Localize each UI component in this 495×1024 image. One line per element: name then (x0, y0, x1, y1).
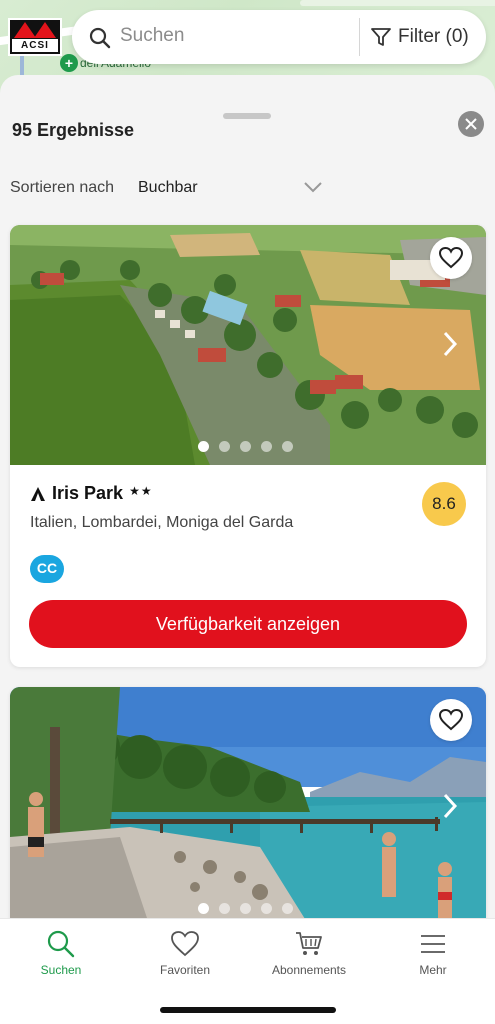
search-icon (47, 930, 75, 958)
map-road (300, 0, 495, 6)
campsite-photo[interactable] (10, 687, 486, 927)
favorite-button[interactable] (430, 237, 472, 279)
logo-tent-icon (14, 22, 36, 38)
logo-tent-icon (34, 22, 56, 38)
pagination-dot (240, 441, 251, 452)
sort-label: Sortieren nach (10, 179, 115, 196)
campsite-name[interactable]: Iris Park (52, 483, 123, 504)
nav-item-more[interactable]: Mehr (378, 929, 488, 977)
campsite-card[interactable] (10, 687, 486, 927)
pagination-dot (198, 441, 209, 452)
nav-label-search: Suchen (40, 963, 82, 977)
show-availability-button[interactable]: Verfügbarkeit anzeigen (29, 600, 467, 648)
heart-icon (171, 931, 199, 957)
search-input[interactable]: Suchen (120, 25, 184, 47)
heart-icon (439, 247, 463, 269)
pagination-dot (261, 903, 272, 914)
cart-icon (296, 932, 322, 955)
sort-select[interactable]: Buchbar (138, 179, 198, 197)
filter-icon (371, 28, 391, 46)
next-photo-arrow-icon[interactable] (442, 792, 458, 820)
pagination-dot (282, 441, 293, 452)
heart-icon (439, 709, 463, 731)
search-bar: Suchen Filter (0) (72, 10, 486, 64)
campsite-photo[interactable] (10, 225, 486, 465)
nav-item-search[interactable]: Suchen (6, 929, 116, 977)
nav-item-subscriptions[interactable]: Abonnements (254, 929, 364, 977)
photo-pagination (198, 441, 293, 452)
logo-text: ACSI (12, 39, 58, 52)
pagination-dot (219, 441, 230, 452)
filter-label: Filter (0) (398, 26, 469, 47)
poi-marker-icon: + (60, 54, 78, 72)
chevron-down-icon[interactable] (303, 181, 323, 193)
searchbar-divider (359, 18, 360, 56)
tent-icon (31, 486, 45, 501)
close-button[interactable] (458, 111, 484, 137)
results-sheet: 95 Ergebnisse Sortieren nach Buchbar Iri… (0, 75, 495, 1024)
acsi-logo: ACSI (8, 18, 62, 56)
close-icon (465, 118, 477, 130)
bottom-navigation: Suchen Favoriten Abonnements Mehr (0, 918, 495, 1024)
nav-item-favorites[interactable]: Favoriten (130, 929, 240, 977)
photo-pagination (198, 903, 293, 914)
pagination-dot (219, 903, 230, 914)
favorite-button[interactable] (430, 699, 472, 741)
search-icon (89, 27, 111, 49)
pagination-dot (261, 441, 272, 452)
campsite-title: Iris Park ★★ (30, 483, 153, 504)
campsite-location: Italien, Lombardei, Moniga del Garda (30, 514, 294, 531)
campsite-stars: ★★ (129, 483, 153, 498)
home-indicator[interactable] (160, 1007, 336, 1013)
camping-card-icon: CC (30, 555, 64, 583)
nav-label-more: Mehr (419, 963, 447, 977)
pagination-dot (240, 903, 251, 914)
menu-icon (421, 935, 445, 953)
pagination-dot (198, 903, 209, 914)
cc-badge-label: CC (36, 560, 58, 576)
next-photo-arrow-icon[interactable] (442, 330, 458, 358)
aerial-campsite-image (10, 225, 486, 465)
nav-label-subscriptions: Abonnements (271, 963, 347, 977)
results-count: 95 Ergebnisse (12, 120, 135, 140)
lakeside-campsite-image (10, 687, 486, 927)
rating-badge: 8.6 (422, 482, 466, 526)
campsite-card[interactable]: Iris Park ★★ Italien, Lombardei, Moniga … (10, 225, 486, 667)
nav-label-favorites: Favoriten (159, 963, 211, 977)
sheet-drag-handle[interactable] (223, 113, 271, 119)
pagination-dot (282, 903, 293, 914)
filter-button[interactable]: Filter (0) (370, 20, 469, 54)
